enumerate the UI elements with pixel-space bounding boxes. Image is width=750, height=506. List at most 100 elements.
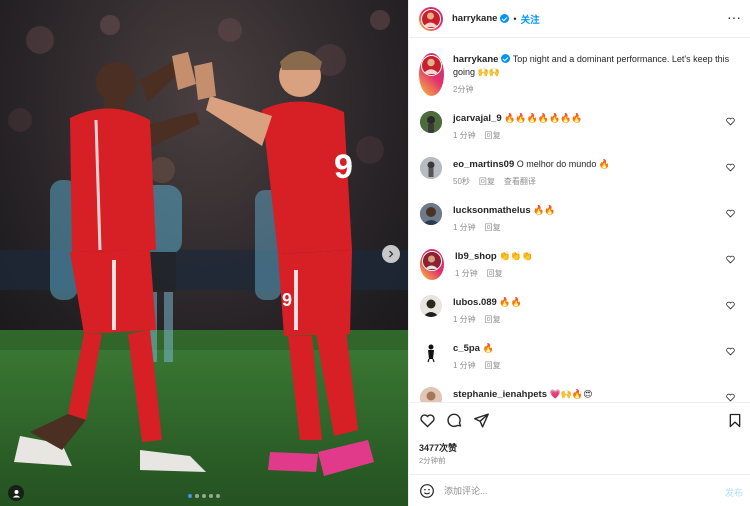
reply-button[interactable]: 回复 — [485, 315, 501, 324]
reply-button[interactable]: 回复 — [485, 131, 501, 140]
carousel-dot — [209, 494, 213, 498]
comment-time: 1 分钟 — [453, 131, 476, 140]
header-username[interactable]: harrykane — [452, 13, 497, 24]
like-heart-icon[interactable] — [726, 393, 735, 402]
avatar-image — [423, 12, 438, 27]
like-heart-icon[interactable] — [726, 163, 735, 172]
carousel-dot — [216, 494, 220, 498]
comment-item: lubos.089 🔥🔥 1 分钟 回复 — [420, 295, 740, 326]
save-bookmark-icon[interactable] — [727, 412, 743, 429]
like-heart-icon[interactable] — [726, 255, 735, 264]
like-heart-icon[interactable] — [419, 412, 436, 429]
verified-badge-icon — [501, 54, 511, 63]
reply-button[interactable]: 回复 — [485, 361, 501, 370]
instagram-post: 9 9 harrykane • 关注 ··· harrykane Top nig… — [0, 0, 750, 506]
comment-time: 1 分钟 — [453, 223, 476, 232]
comment-input[interactable]: 添加评论... — [444, 484, 488, 497]
comment-body: c_5pa 🔥 1 分钟 回复 — [453, 341, 510, 372]
reply-button[interactable]: 回复 — [485, 223, 501, 232]
avatar[interactable] — [420, 111, 442, 133]
photo-scene: 9 9 — [0, 0, 408, 506]
see-translation-button[interactable]: 查看翻译 — [504, 177, 536, 186]
follow-button[interactable]: 关注 — [521, 12, 540, 26]
like-heart-icon[interactable] — [726, 117, 735, 126]
comment-username[interactable]: lucksonmathelus — [453, 205, 531, 216]
emoji-smiley-icon[interactable] — [419, 483, 435, 499]
add-comment-bar: 添加评论... 发布 — [409, 474, 750, 506]
avatar[interactable] — [420, 341, 442, 363]
likes-count[interactable]: 3477次赞 — [419, 441, 457, 454]
comment-username[interactable]: eo_martins09 — [453, 159, 514, 170]
chevron-right-icon — [389, 250, 394, 258]
comment-text: 🔥🔥 — [499, 297, 522, 307]
tagged-users-button[interactable] — [8, 485, 24, 501]
avatar — [421, 8, 441, 29]
like-heart-icon[interactable] — [726, 209, 735, 218]
comment-time: 1 分钟 — [455, 269, 478, 278]
post-photo[interactable]: 9 9 — [0, 0, 408, 506]
comment-body: lb9_shop 👏👏👏 1 分钟 回复 — [455, 249, 533, 280]
avatar-image — [423, 252, 440, 269]
svg-text:9: 9 — [282, 290, 292, 310]
avatar-image — [420, 157, 442, 179]
comment-body: lucksonmathelus 🔥🔥 1 分钟 回复 — [453, 203, 556, 234]
comment-time: 1 分钟 — [453, 361, 476, 370]
comment-username[interactable]: jcarvajal_9 — [453, 113, 502, 124]
post-header: harrykane • 关注 ··· — [409, 0, 750, 38]
comment-username[interactable]: lb9_shop — [455, 251, 497, 262]
story-ring[interactable] — [420, 249, 444, 280]
more-dots-icon[interactable]: ··· — [727, 10, 741, 24]
caption-username[interactable]: harrykane — [453, 54, 498, 65]
user-tag-icon — [12, 489, 20, 497]
next-photo-button[interactable] — [382, 245, 400, 263]
carousel-dots — [188, 494, 220, 498]
avatar — [421, 55, 442, 76]
comment-body: stephanie_ienahpets 💗🙌🔥😍 — [453, 387, 593, 402]
comment-item: stephanie_ienahpets 💗🙌🔥😍 — [420, 387, 740, 402]
comment-username[interactable]: stephanie_ienahpets — [453, 389, 547, 400]
story-ring[interactable] — [419, 6, 443, 31]
avatar-image — [420, 387, 442, 402]
comment-item: jcarvajal_9 🔥🔥🔥🔥🔥🔥🔥 1 分钟 回复 — [420, 111, 740, 142]
avatar[interactable] — [420, 203, 442, 225]
caption-avatar-ring[interactable] — [419, 53, 444, 96]
separator-dot: • — [513, 13, 517, 24]
avatar — [422, 251, 442, 271]
post-timestamp: 2分钟前 — [419, 456, 446, 465]
avatar[interactable] — [420, 387, 442, 402]
post-actions: 3477次赞 2分钟前 — [409, 402, 750, 472]
comment-text: O melhor do mundo 🔥 — [516, 159, 611, 169]
share-paper-plane-icon[interactable] — [473, 412, 490, 429]
comment-body: lubos.089 🔥🔥 1 分钟 回复 — [453, 295, 522, 326]
comment-text: 💗🙌🔥😍 — [549, 389, 593, 399]
comment-username[interactable]: lubos.089 — [453, 297, 497, 308]
reply-button[interactable]: 回复 — [479, 177, 495, 186]
comment-username[interactable]: c_5pa — [453, 343, 480, 354]
avatar[interactable] — [420, 295, 442, 317]
comment-text: 👏👏👏 — [499, 251, 533, 261]
comment-item: eo_martins09 O melhor do mundo 🔥 50秒 回复 查看… — [420, 157, 740, 188]
post-caption: harrykane Top night and a dominant perfo… — [419, 53, 739, 96]
avatar-image — [420, 111, 442, 133]
comments-list[interactable]: harrykane Top night and a dominant perfo… — [409, 38, 750, 402]
caption-body: harrykane Top night and a dominant perfo… — [453, 53, 739, 96]
avatar[interactable] — [420, 157, 442, 179]
avatar-image — [420, 341, 442, 363]
avatar-image — [420, 295, 442, 317]
comment-text: 🔥🔥 — [533, 205, 556, 215]
comment-item: lb9_shop 👏👏👏 1 分钟 回复 — [420, 249, 740, 280]
comment-text: 🔥🔥🔥🔥🔥🔥🔥 — [504, 113, 583, 123]
caption-time: 2分钟 — [453, 85, 474, 94]
verified-badge-icon — [500, 14, 510, 23]
carousel-dot — [188, 494, 192, 498]
like-heart-icon[interactable] — [726, 347, 735, 356]
post-comment-button[interactable]: 发布 — [725, 486, 743, 499]
comment-body: jcarvajal_9 🔥🔥🔥🔥🔥🔥🔥 1 分钟 回复 — [453, 111, 583, 142]
comment-item: c_5pa 🔥 1 分钟 回复 — [420, 341, 740, 372]
reply-button[interactable]: 回复 — [487, 269, 503, 278]
avatar-image — [420, 203, 442, 225]
comment-body: eo_martins09 O melhor do mundo 🔥 50秒 回复 查看… — [453, 157, 610, 188]
comment-bubble-icon[interactable] — [446, 412, 463, 429]
like-heart-icon[interactable] — [726, 301, 735, 310]
comment-text: 🔥 — [482, 343, 494, 353]
